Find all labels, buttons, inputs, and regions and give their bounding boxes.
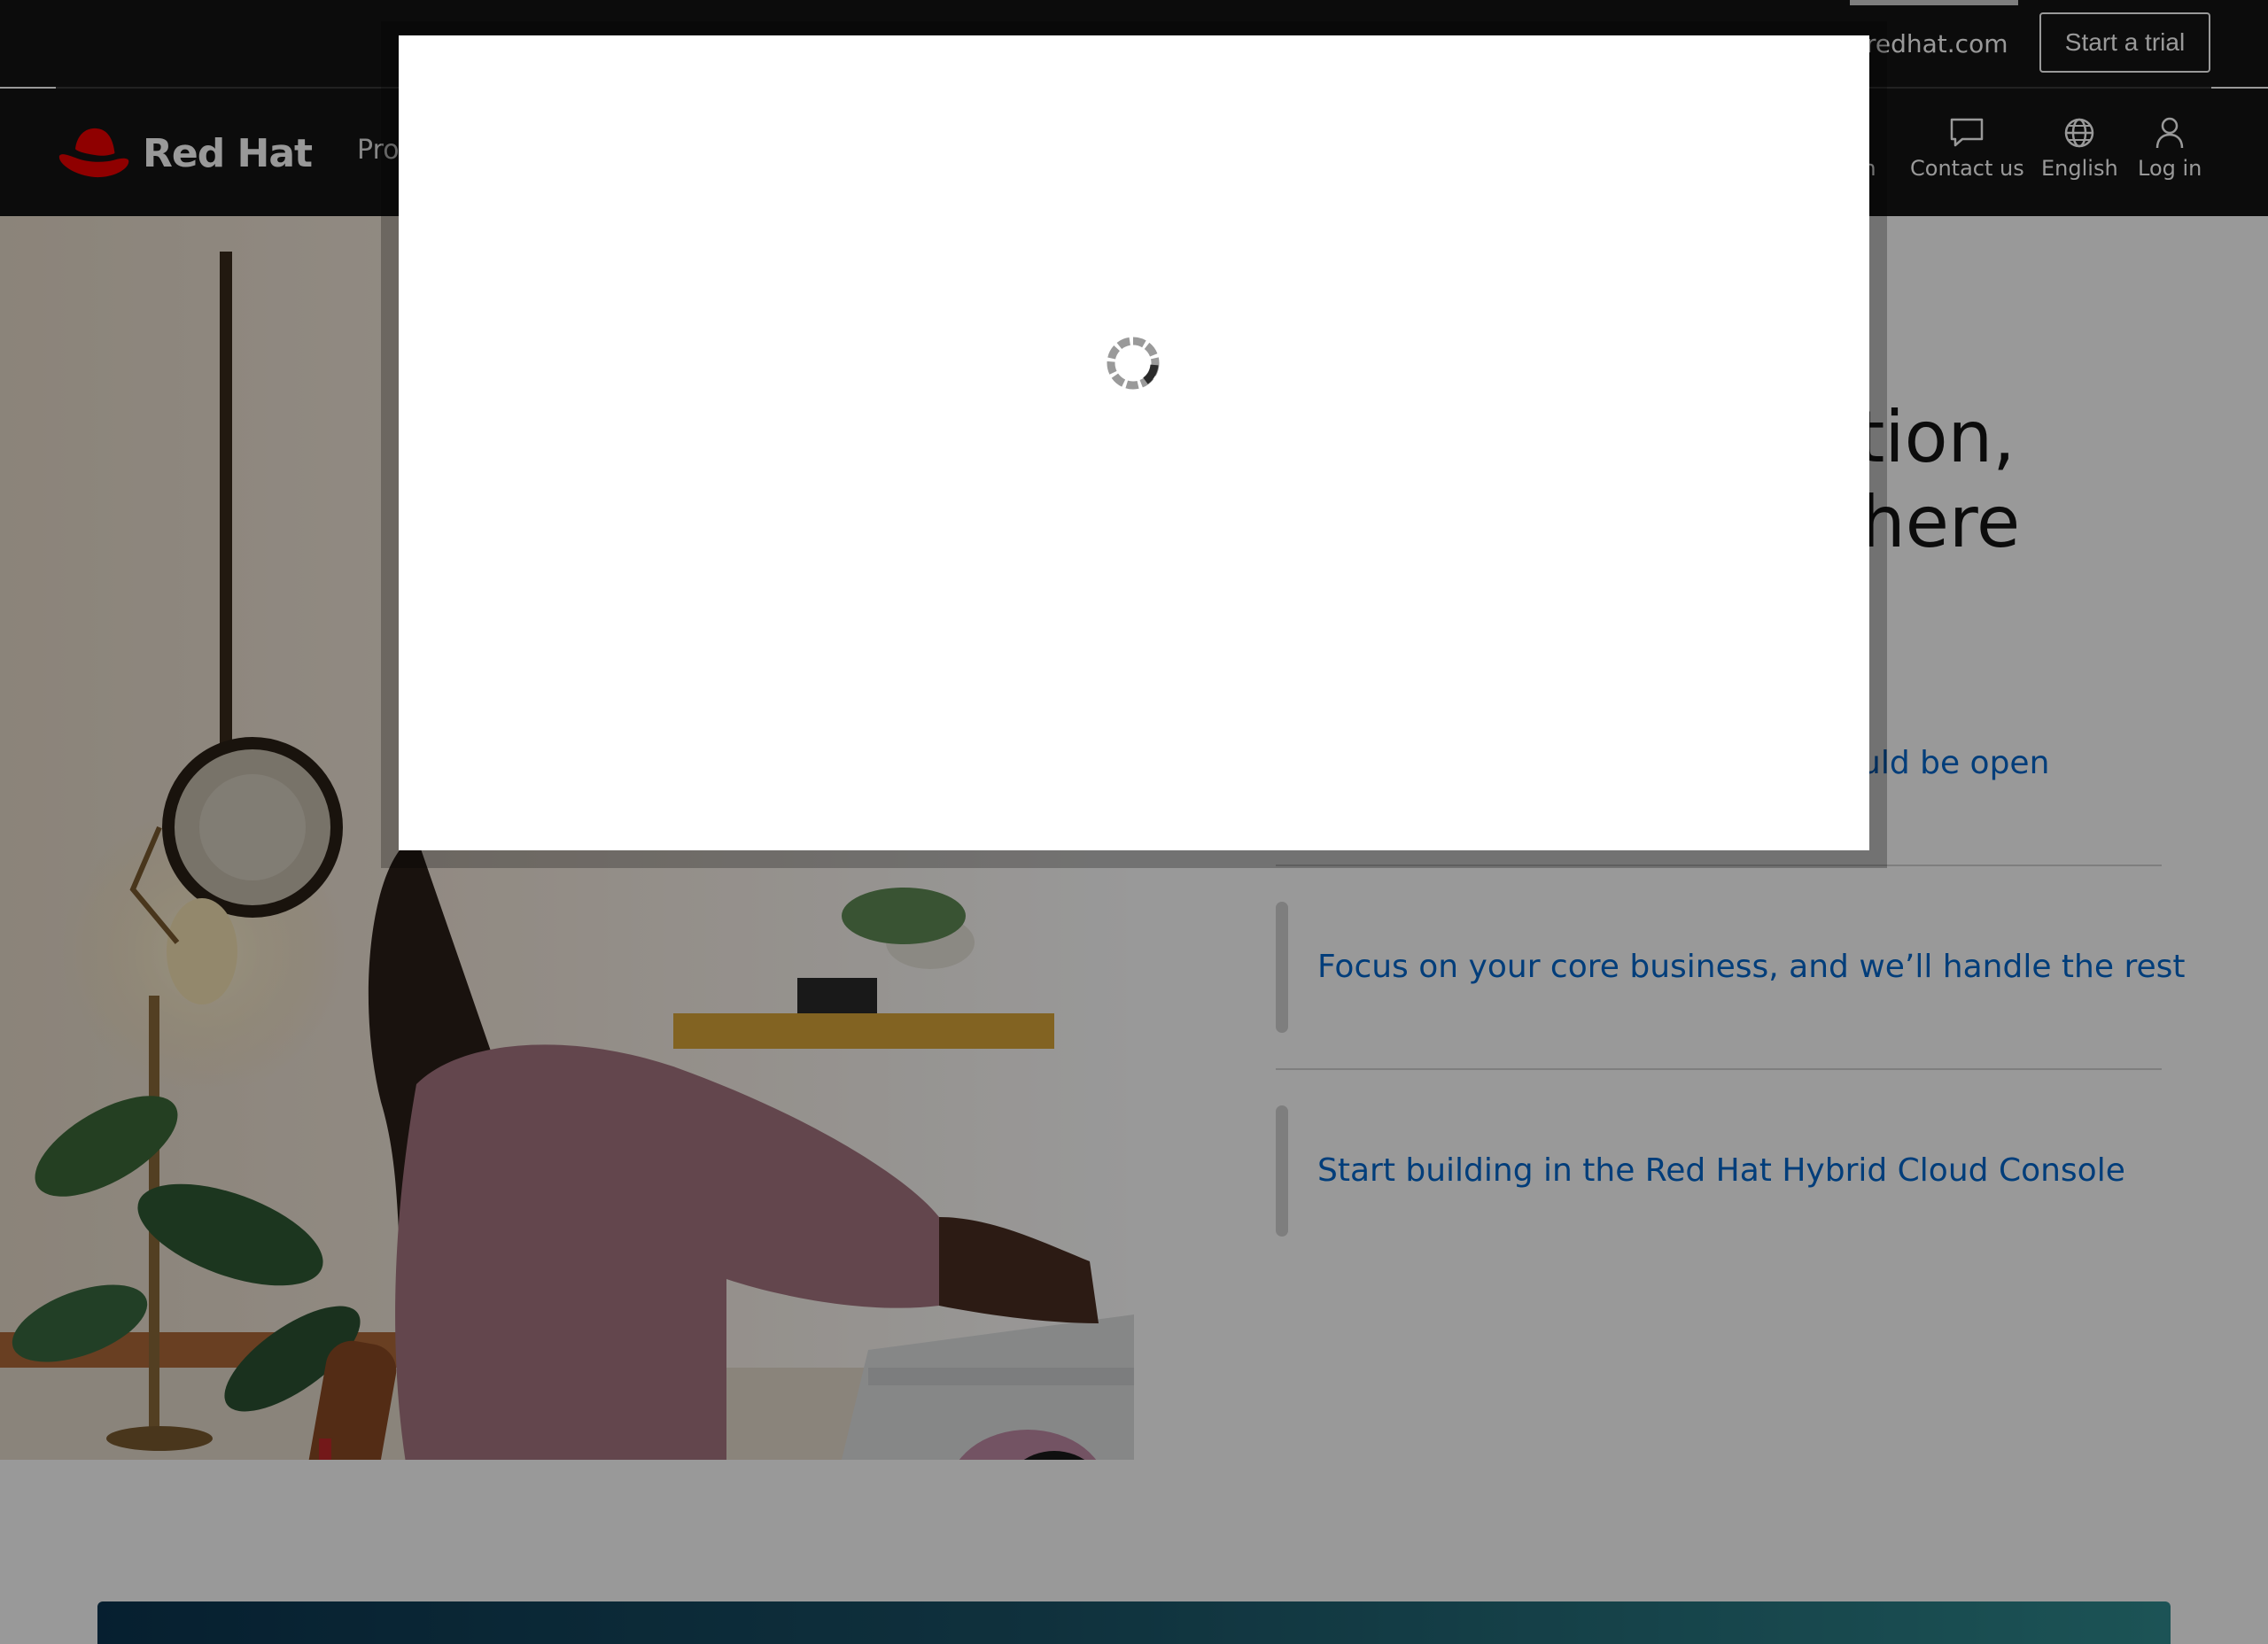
loading-spinner-icon: [1105, 335, 1161, 392]
modal-dialog: [399, 35, 1869, 850]
